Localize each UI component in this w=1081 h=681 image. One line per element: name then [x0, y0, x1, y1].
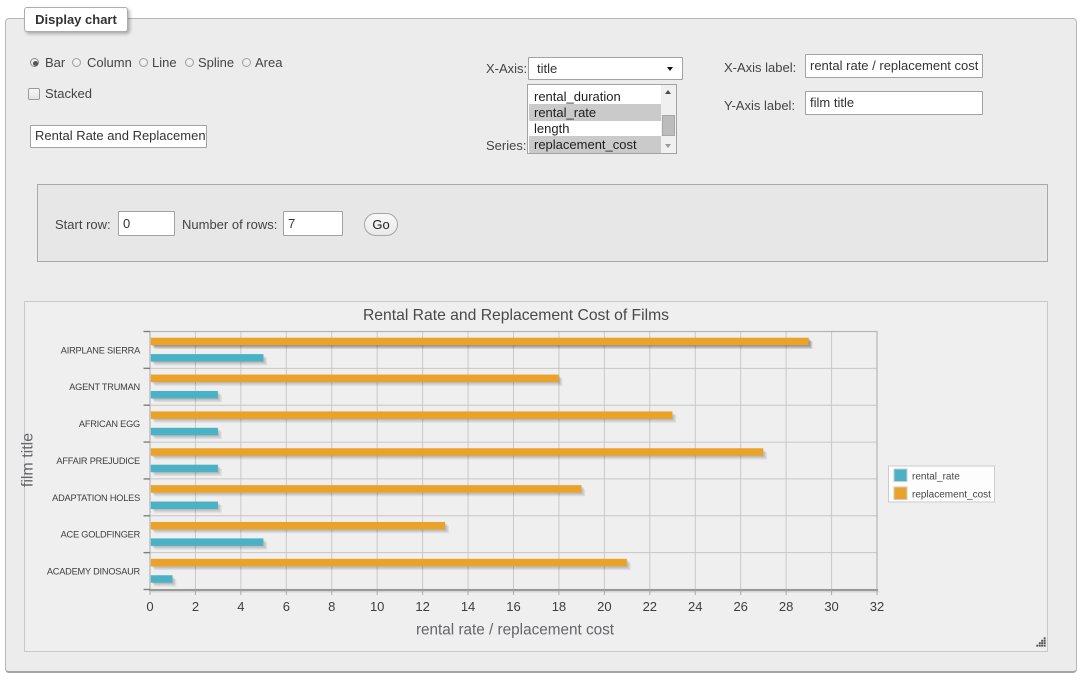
- svg-text:AFFAIR PREJUDICE: AFFAIR PREJUDICE: [56, 456, 140, 466]
- svg-text:ADAPTATION HOLES: ADAPTATION HOLES: [52, 493, 140, 503]
- svg-text:10: 10: [370, 599, 384, 614]
- svg-text:0: 0: [146, 599, 153, 614]
- svg-text:24: 24: [688, 599, 702, 614]
- svg-text:ACE GOLDFINGER: ACE GOLDFINGER: [61, 530, 141, 540]
- svg-text:4: 4: [237, 599, 244, 614]
- svg-text:Rental Rate and Replacement Co: Rental Rate and Replacement Cost of Film…: [363, 307, 669, 324]
- svg-text:film title: film title: [20, 433, 37, 487]
- svg-text:ACADEMY DINOSAUR: ACADEMY DINOSAUR: [47, 566, 141, 576]
- svg-text:12: 12: [415, 599, 429, 614]
- svg-text:AGENT TRUMAN: AGENT TRUMAN: [69, 382, 140, 392]
- svg-text:2: 2: [192, 599, 199, 614]
- svg-text:AFRICAN EGG: AFRICAN EGG: [79, 419, 140, 429]
- svg-text:rental rate / replacement cost: rental rate / replacement cost: [416, 622, 615, 639]
- svg-text:rental_rate: rental_rate: [912, 472, 960, 483]
- svg-text:AIRPLANE SIERRA: AIRPLANE SIERRA: [61, 345, 141, 355]
- svg-text:8: 8: [328, 599, 335, 614]
- svg-text:16: 16: [506, 599, 520, 614]
- svg-text:18: 18: [552, 599, 566, 614]
- svg-text:20: 20: [597, 599, 611, 614]
- svg-text:6: 6: [283, 599, 290, 614]
- svg-text:28: 28: [779, 599, 793, 614]
- svg-text:26: 26: [733, 599, 747, 614]
- svg-text:replacement_cost: replacement_cost: [912, 490, 991, 501]
- svg-text:14: 14: [461, 599, 475, 614]
- svg-text:32: 32: [870, 599, 884, 614]
- svg-text:30: 30: [824, 599, 838, 614]
- svg-text:22: 22: [643, 599, 657, 614]
